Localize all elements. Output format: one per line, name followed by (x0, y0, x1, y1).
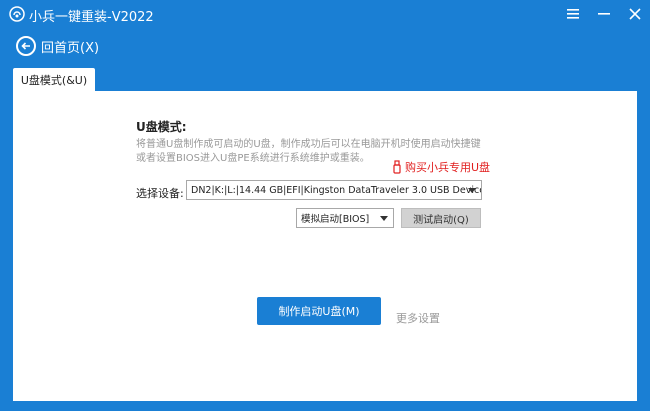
buy-link-label: 购买小兵专用U盘 (405, 161, 491, 174)
chevron-down-icon (468, 188, 476, 193)
close-icon (629, 8, 641, 20)
device-select-value: DN2|K:|L:|14.44 GB|EFI|Kingston DataTrav… (191, 184, 482, 196)
chevron-down-icon (380, 216, 388, 221)
back-button[interactable] (16, 36, 36, 56)
minimize-button[interactable] (593, 4, 615, 24)
boot-mode-value: 模拟启动[BIOS] (301, 214, 370, 225)
close-button[interactable] (624, 4, 646, 24)
back-arrow-icon (21, 42, 30, 50)
window-title: 小兵一键重装-V2022 (29, 10, 154, 25)
back-home-label[interactable]: 回首页(X) (41, 37, 99, 56)
more-settings-link[interactable]: 更多设置 (396, 310, 440, 326)
menu-button[interactable] (562, 4, 584, 24)
menu-icon (567, 9, 579, 19)
minimize-icon (598, 13, 610, 15)
device-label: 选择设备: (136, 187, 184, 200)
usb-drive-icon (393, 160, 401, 174)
boot-mode-select[interactable]: 模拟启动[BIOS] (296, 208, 394, 228)
tab-usb-mode[interactable]: U盘模式(&U) (13, 68, 95, 92)
app-logo-icon (9, 6, 25, 22)
test-boot-button[interactable]: 测试启动(Q) (401, 208, 481, 228)
make-boot-usb-button[interactable]: 制作启动U盘(M) (257, 297, 381, 325)
buy-usb-link[interactable]: 购买小兵专用U盘 (393, 159, 490, 175)
device-select[interactable]: DN2|K:|L:|14.44 GB|EFI|Kingston DataTrav… (186, 180, 482, 200)
section-title: U盘模式: (136, 120, 187, 134)
